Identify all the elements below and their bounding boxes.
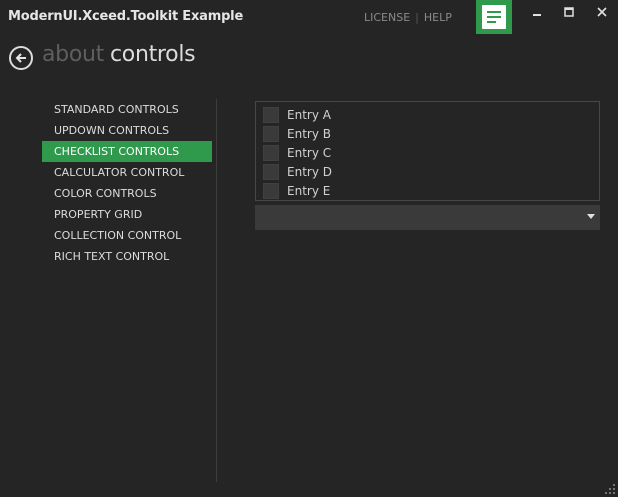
checklist-item[interactable]: Entry D [263, 163, 332, 180]
sidebar-item-collection-control[interactable]: COLLECTION CONTROL [42, 225, 212, 246]
sidebar-item-updown-controls[interactable]: UPDOWN CONTROLS [42, 120, 212, 141]
chevron-down-icon[interactable] [587, 214, 595, 219]
minimize-icon [533, 14, 541, 16]
menu-button[interactable] [476, 0, 512, 34]
sidebar-item-color-controls[interactable]: COLOR CONTROLS [42, 183, 212, 204]
breadcrumb-about[interactable]: about [42, 42, 104, 67]
checklist-item[interactable]: Entry B [263, 125, 331, 142]
resize-grip-icon[interactable] [605, 484, 615, 494]
sidebar-item-calculator-control[interactable]: CALCULATOR CONTROL [42, 162, 212, 183]
close-button[interactable] [587, 2, 617, 22]
checkcombobox[interactable] [255, 205, 600, 230]
checklistbox: Entry A Entry B Entry C Entry D Entry E [255, 101, 600, 201]
checklist-item-label: Entry A [287, 107, 331, 122]
checkbox[interactable] [263, 163, 279, 180]
maximize-icon [564, 7, 574, 17]
sidebar: STANDARD CONTROLS UPDOWN CONTROLS CHECKL… [42, 99, 212, 267]
minimize-button[interactable] [522, 2, 552, 22]
app-title: ModernUI.Xceed.Toolkit Example [8, 9, 244, 24]
checklist-item-label: Entry B [287, 126, 331, 141]
checklist-item[interactable]: Entry C [263, 144, 331, 161]
checklist-item-label: Entry E [287, 183, 331, 198]
sidebar-item-checklist-controls[interactable]: CHECKLIST CONTROLS [42, 141, 212, 162]
checkbox[interactable] [263, 182, 279, 199]
license-link[interactable]: LICENSE [364, 11, 410, 24]
back-button[interactable] [9, 46, 33, 70]
sidebar-item-standard-controls[interactable]: STANDARD CONTROLS [42, 99, 212, 120]
checklist-item[interactable]: Entry E [263, 182, 330, 199]
help-link[interactable]: HELP [424, 11, 452, 24]
checklist-item[interactable]: Entry A [263, 106, 331, 123]
checkbox[interactable] [263, 106, 279, 123]
close-icon [597, 7, 607, 17]
menu-lines-icon [482, 5, 506, 29]
back-arrow-icon [15, 53, 26, 63]
sidebar-item-property-grid[interactable]: PROPERTY GRID [42, 204, 212, 225]
breadcrumb-controls: controls [110, 42, 196, 67]
checklist-item-label: Entry D [287, 164, 332, 179]
checkbox[interactable] [263, 125, 279, 142]
top-links: LICENSE | HELP [364, 11, 452, 24]
maximize-button[interactable] [554, 2, 584, 22]
checkbox[interactable] [263, 144, 279, 161]
link-separator: | [415, 11, 419, 24]
vertical-divider [216, 99, 217, 482]
sidebar-item-rich-text-control[interactable]: RICH TEXT CONTROL [42, 246, 212, 267]
checklist-item-label: Entry C [287, 145, 332, 160]
